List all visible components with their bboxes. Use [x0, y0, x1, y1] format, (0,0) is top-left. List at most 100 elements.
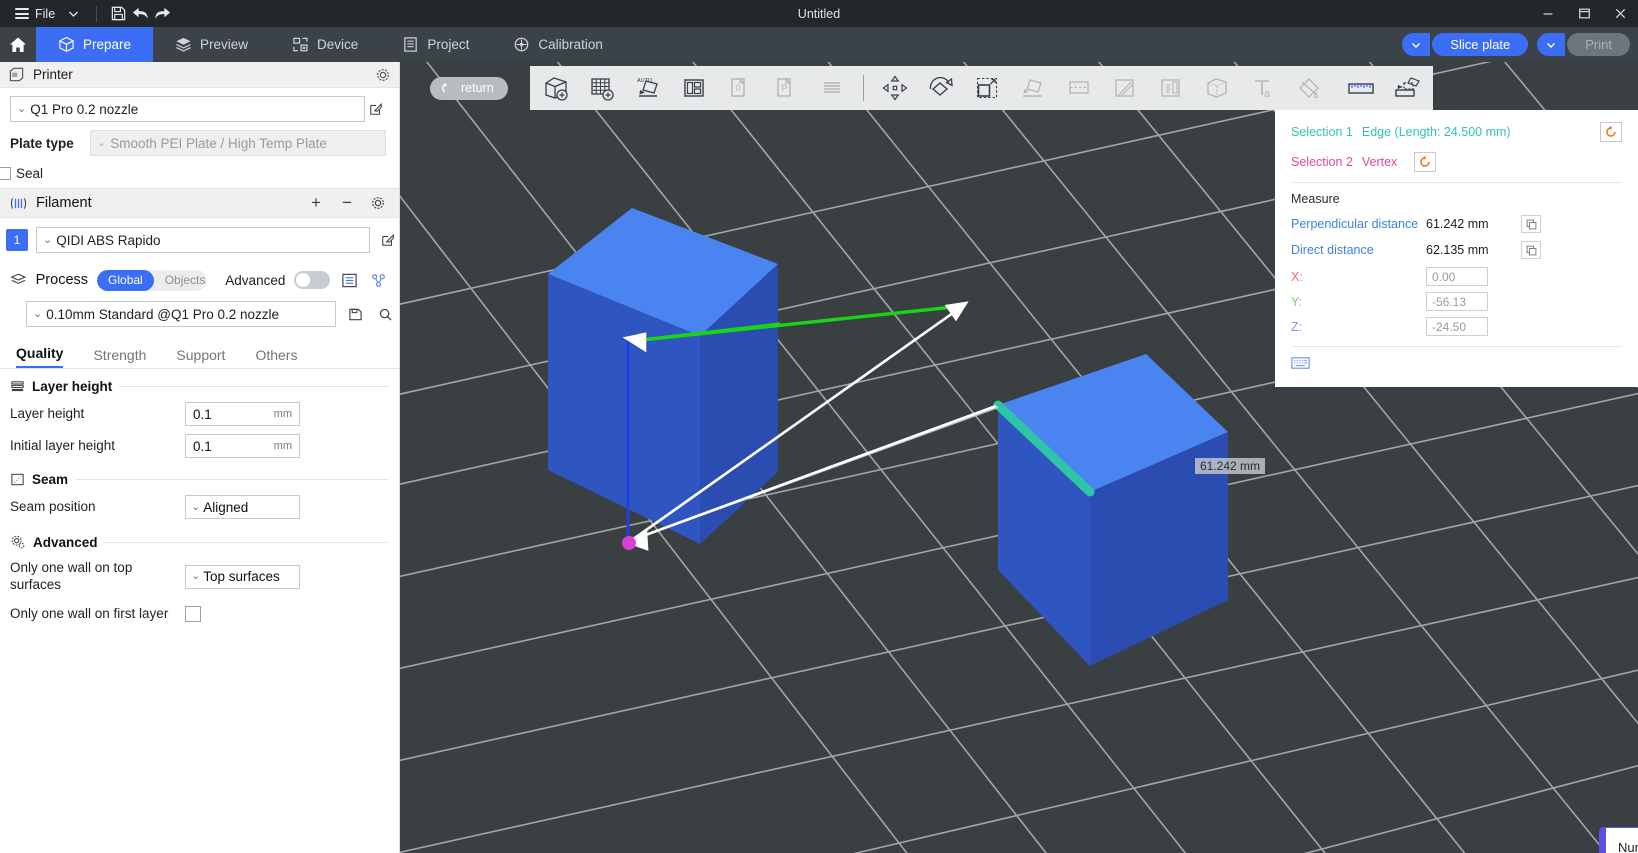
scale-icon[interactable] — [965, 66, 1009, 110]
return-button[interactable]: return — [430, 76, 508, 100]
slice-plate-dropdown[interactable] — [1402, 33, 1431, 56]
printer-section-title: Printer — [33, 67, 73, 82]
filament-settings-button[interactable] — [367, 192, 389, 214]
paste-object-icon[interactable]: P — [764, 66, 808, 110]
measure-icon[interactable] — [1339, 66, 1383, 110]
print-dropdown[interactable] — [1537, 33, 1566, 56]
tab-prepare[interactable]: Prepare — [36, 27, 154, 62]
tab-device[interactable]: Device — [270, 27, 380, 62]
support-paint-icon[interactable] — [1103, 66, 1147, 110]
one-wall-first-checkbox[interactable] — [185, 606, 201, 623]
layers-dim-icon[interactable] — [810, 66, 854, 110]
seam-paint-icon[interactable] — [1149, 66, 1193, 110]
group-seam: Seam — [0, 472, 399, 487]
text-icon[interactable]: a — [1241, 66, 1285, 110]
undo-button[interactable] — [129, 4, 151, 24]
reset-icon — [1420, 155, 1430, 167]
filament-select[interactable]: ⌄ QIDI ABS Rapido — [36, 227, 370, 253]
fill-color-icon[interactable] — [1287, 66, 1331, 110]
copy-direct-button[interactable] — [1521, 241, 1541, 259]
gear-icon[interactable] — [375, 67, 391, 83]
cut-icon[interactable] — [1057, 66, 1101, 110]
axis-z-input[interactable]: -24.50 — [1426, 317, 1488, 336]
advanced-toggle[interactable] — [294, 271, 331, 289]
viewport-toolbar: return AUTO 0 P a — [430, 66, 1433, 110]
chevron-down-icon — [69, 11, 79, 17]
search-preset-button[interactable] — [374, 307, 396, 322]
plate-type-select[interactable]: ⌄ Smooth PEI Plate / High Temp Plate — [90, 130, 386, 156]
one-wall-top-select[interactable]: ⌄ Top surfaces — [185, 564, 300, 589]
redo-button[interactable] — [151, 4, 173, 24]
selection-1-reset-button[interactable] — [1600, 122, 1622, 142]
save-preset-button[interactable] — [344, 307, 366, 322]
home-button[interactable] — [0, 27, 36, 62]
dimension-label: 61.242 mm — [1195, 458, 1266, 474]
panel-divider — [1291, 182, 1622, 183]
tab-preview[interactable]: Preview — [153, 27, 270, 62]
initial-layer-height-input[interactable]: 0.1 mm — [185, 434, 300, 458]
axis-x-input[interactable]: 0.00 — [1426, 267, 1488, 286]
chevron-down-icon: ⌄ — [191, 570, 201, 583]
tab-support[interactable]: Support — [176, 347, 225, 368]
seam-icon — [11, 473, 24, 486]
scope-global-option[interactable]: Global — [97, 269, 154, 291]
axis-y-input[interactable]: -56.13 — [1426, 292, 1488, 311]
keyboard-shortcuts-button[interactable] — [1291, 356, 1622, 373]
move-icon[interactable] — [873, 66, 917, 110]
seam-position-select[interactable]: ⌄ Aligned — [185, 495, 300, 519]
parameter-list-button[interactable] — [339, 269, 359, 291]
add-filament-button[interactable]: + — [305, 192, 327, 214]
undo-arrow-icon — [442, 82, 447, 92]
mmu-paint-icon[interactable] — [1195, 66, 1239, 110]
nav-actions: Slice plate Print — [1402, 27, 1630, 62]
tab-project[interactable]: Project — [380, 27, 491, 62]
tab-calibration[interactable]: Calibration — [491, 27, 625, 62]
save-icon — [348, 308, 362, 320]
close-button[interactable] — [1602, 0, 1638, 27]
tab-strength[interactable]: Strength — [93, 347, 146, 368]
scope-objects-option[interactable]: Objects — [154, 270, 208, 291]
printer-model-select[interactable]: ⌄ Q1 Pro 0.2 nozzle — [10, 96, 365, 122]
edit-icon — [382, 233, 395, 246]
plate-type-value: Smooth PEI Plate / High Temp Plate — [110, 135, 327, 151]
remove-filament-button[interactable]: − — [336, 192, 358, 214]
cube-icon — [58, 36, 75, 53]
add-object-icon[interactable] — [534, 66, 578, 110]
compare-presets-button[interactable] — [369, 269, 389, 291]
process-scope-toggle[interactable]: Global Objects — [97, 269, 208, 291]
seal-checkbox[interactable] — [0, 167, 11, 180]
group-layer-height-label: Layer height — [32, 379, 113, 394]
field-layer-height-label: Layer height — [10, 405, 85, 421]
process-section-header: Process Global Objects Advanced — [0, 263, 399, 297]
minimize-button[interactable] — [1530, 0, 1566, 27]
slice-plate-button[interactable]: Slice plate — [1432, 33, 1529, 56]
edit-filament-button[interactable] — [378, 233, 400, 247]
print-button[interactable]: Print — [1567, 33, 1630, 56]
chevron-down-icon: ⌄ — [43, 233, 53, 246]
tab-quality[interactable]: Quality — [16, 345, 64, 368]
selection-2-reset-button[interactable] — [1414, 152, 1437, 172]
copy-object-icon[interactable]: 0 — [718, 66, 762, 110]
field-one-wall-top: Only one wall on top surfaces ⌄ Top surf… — [0, 560, 399, 594]
arrange-layout-icon[interactable] — [672, 66, 716, 110]
group-advanced: Advanced — [0, 534, 399, 550]
assembly-icon[interactable] — [1385, 66, 1429, 110]
save-button[interactable] — [107, 4, 129, 24]
file-menu-button[interactable]: File — [9, 0, 61, 27]
edit-printer-button[interactable] — [365, 102, 387, 116]
auto-arrange-icon[interactable]: AUTO — [626, 66, 670, 110]
maximize-button[interactable] — [1566, 0, 1602, 27]
selection-1-row: Selection 1 Edge (Length: 24.500 mm) — [1291, 122, 1622, 142]
add-plate-icon[interactable] — [580, 66, 624, 110]
lay-on-face-icon[interactable] — [1011, 66, 1055, 110]
minimize-icon — [1543, 12, 1553, 15]
copy-perpendicular-button[interactable] — [1521, 215, 1541, 233]
rotate-icon[interactable] — [919, 66, 963, 110]
menu-dropdown-button[interactable] — [61, 0, 86, 27]
field-seam-position: Seam position ⌄ Aligned — [0, 495, 399, 519]
process-preset-select[interactable]: ⌄ 0.10mm Standard @Q1 Pro 0.2 nozzle — [26, 301, 336, 327]
3d-viewport[interactable]: 61.242 mm return AUTO 0 P a Selection 1 … — [400, 62, 1638, 853]
layer-height-input[interactable]: 0.1 mm — [185, 402, 300, 426]
tab-others[interactable]: Others — [255, 347, 297, 368]
filament-index-chip[interactable]: 1 — [6, 229, 28, 251]
